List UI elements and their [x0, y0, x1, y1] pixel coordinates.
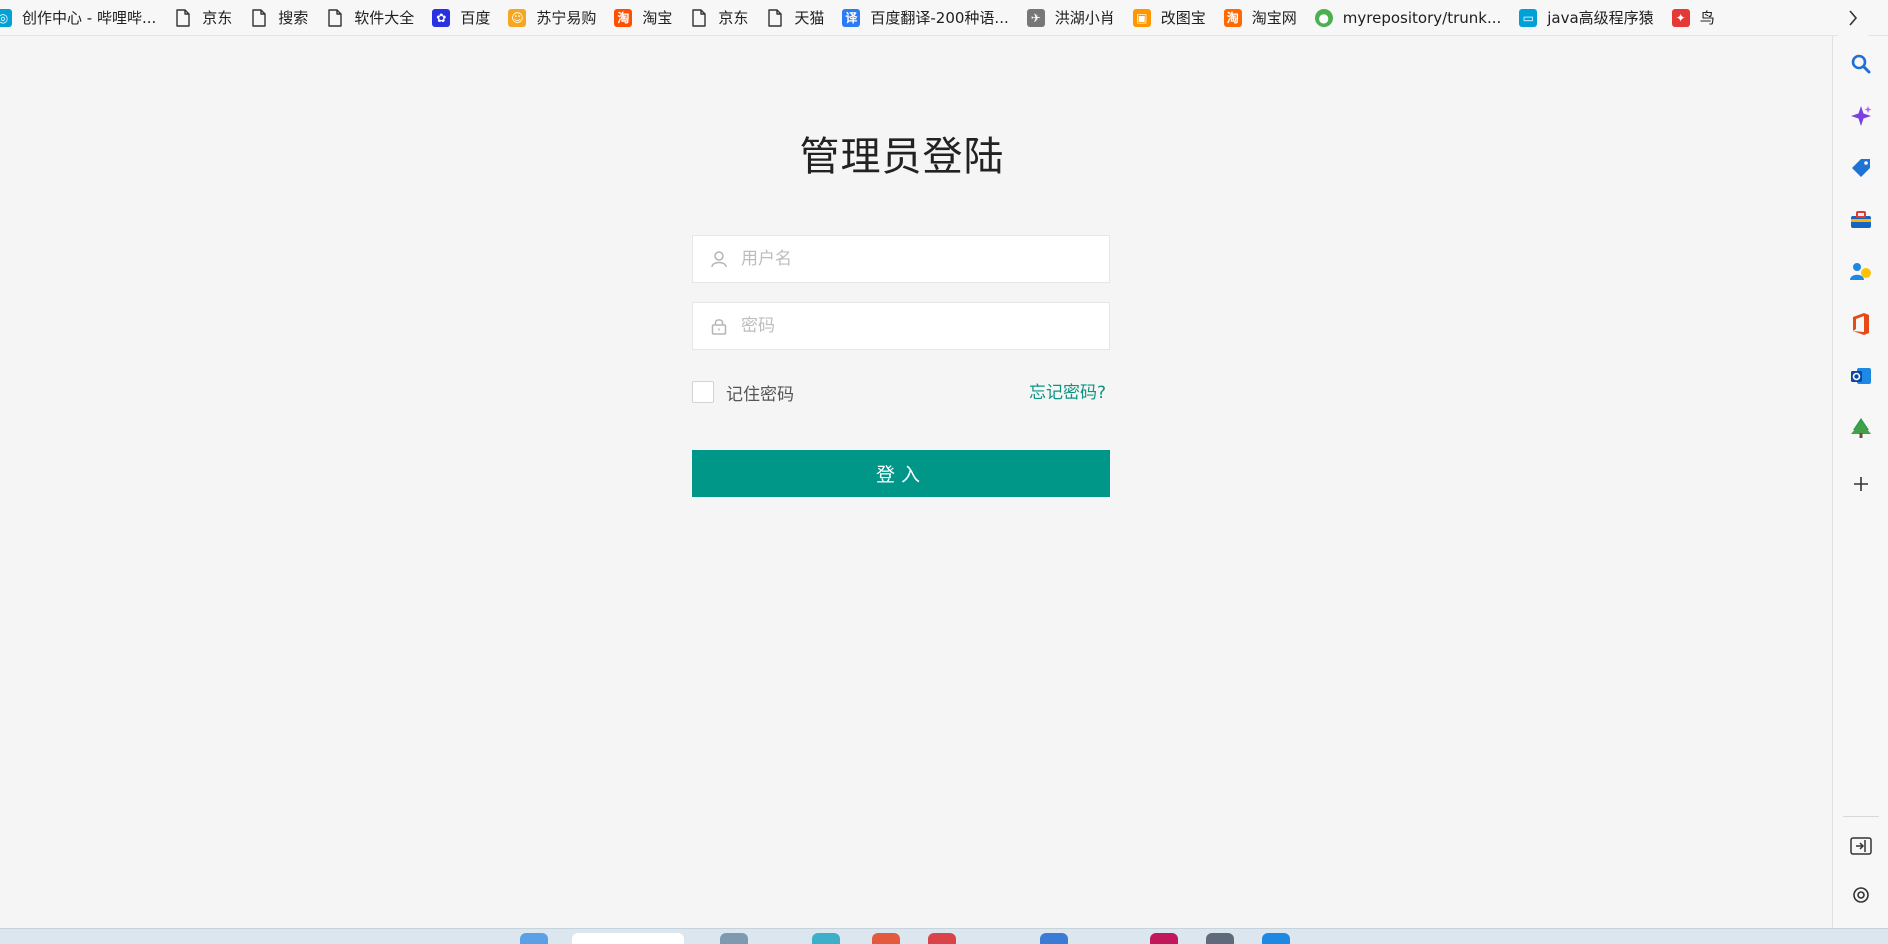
people-games-icon[interactable]	[1847, 258, 1875, 286]
baidu-paw-icon: ✿	[432, 8, 451, 27]
taskbar-app-icon[interactable]	[1150, 933, 1178, 944]
bookmark-item[interactable]: ☺ 苏宁易购	[508, 0, 606, 35]
taskbar-search-box[interactable]	[572, 933, 684, 944]
taskbar-app-icon[interactable]	[520, 933, 548, 944]
page-icon	[326, 8, 344, 27]
bookmark-label: java高级程序猿	[1547, 9, 1654, 27]
remember-password-label: 记住密码	[726, 384, 794, 405]
bookmark-item[interactable]: ✦ 鸟	[1671, 0, 1725, 35]
taskbar-app-icon[interactable]	[720, 933, 748, 944]
bilibili-tv-icon: ▭	[1519, 8, 1538, 27]
password-input[interactable]	[741, 306, 1101, 346]
page-icon	[174, 8, 192, 27]
bird-icon: ✦	[1671, 8, 1690, 27]
bookmark-item[interactable]: 京东	[174, 0, 242, 35]
taskbar-app-icon[interactable]	[812, 933, 840, 944]
bookmark-item[interactable]: 软件大全	[326, 0, 424, 35]
bookmark-item[interactable]: 京东	[690, 0, 758, 35]
bookmarks-bar: ◎创作中心 - 哔哩哔...京东搜索软件大全✿百度☺苏宁易购淘淘宝京东天猫译百度…	[0, 0, 1888, 36]
bookmark-label: 京东	[202, 9, 233, 27]
forgot-password-link[interactable]: 忘记密码?	[1010, 378, 1106, 403]
bookmark-item[interactable]: ✿ 百度	[432, 0, 500, 35]
page-icon	[690, 8, 708, 27]
taskbar-app-icon[interactable]	[928, 933, 956, 944]
bookmark-label: 淘宝	[642, 9, 673, 27]
taskbar-app-icon[interactable]	[1262, 933, 1290, 944]
username-input[interactable]	[741, 239, 1101, 279]
remember-password-checkbox[interactable]	[692, 381, 714, 403]
bookmark-item[interactable]: ▣ 改图宝	[1132, 0, 1216, 35]
bookmark-label: 搜索	[278, 9, 309, 27]
suning-lion-icon: ☺	[508, 8, 527, 27]
lock-icon	[707, 314, 731, 338]
taskbar-app-icon[interactable]	[1206, 933, 1234, 944]
search-icon[interactable]	[1847, 50, 1875, 78]
bookmark-label: 百度翻译-200种语...	[870, 9, 1009, 27]
login-button[interactable]: 登入	[692, 450, 1110, 497]
chevron-right-icon[interactable]	[1838, 0, 1868, 36]
password-field[interactable]	[692, 302, 1110, 350]
bookmark-label: 软件大全	[354, 9, 415, 27]
bookmark-label: 苏宁易购	[536, 9, 597, 27]
bookmark-item[interactable]: ● myrepository/trunk...	[1314, 0, 1511, 35]
toolbox-icon[interactable]	[1847, 206, 1875, 234]
bilibili-creator-icon: ◎	[0, 8, 12, 27]
outlook-icon[interactable]	[1847, 362, 1875, 390]
settings-icon[interactable]	[1847, 886, 1875, 904]
bookmark-item[interactable]: ◎ 创作中心 - 哔哩哔...	[0, 0, 166, 35]
page-icon	[766, 8, 784, 27]
os-taskbar	[0, 928, 1888, 944]
taobao-icon: 淘	[1223, 8, 1242, 27]
bookmark-label: 天猫	[794, 9, 825, 27]
taobao-icon: 淘	[614, 8, 633, 27]
bookmark-label: 洪湖小肖	[1054, 9, 1115, 27]
page-title: 管理员登陆	[799, 134, 1005, 180]
gaitubao-icon: ▣	[1132, 8, 1151, 27]
taskbar-app-icon[interactable]	[872, 933, 900, 944]
bookmark-item[interactable]: 译百度翻译-200种语...	[842, 0, 1018, 35]
bookmark-label: myrepository/trunk...	[1342, 8, 1502, 27]
bookmark-item[interactable]: ✈ 洪湖小肖	[1026, 0, 1125, 35]
baidu-translate-icon: 译	[842, 8, 861, 27]
bookmark-item[interactable]: 天猫	[766, 0, 834, 35]
browser-sidebar	[1832, 36, 1888, 928]
remember-password-option[interactable]: 记住密码	[692, 380, 794, 405]
bookmark-label: 京东	[718, 9, 749, 27]
bookmark-item[interactable]: 淘淘宝	[614, 0, 682, 35]
tree-icon[interactable]	[1847, 414, 1875, 442]
username-field[interactable]	[692, 235, 1110, 283]
shopping-tag-icon[interactable]	[1847, 154, 1875, 182]
chrome-like-icon: ●	[1314, 8, 1333, 27]
user-icon	[707, 247, 731, 271]
split-screen-icon[interactable]	[1847, 832, 1875, 860]
bird-mascot-icon: ✈	[1026, 8, 1045, 27]
bookmark-label: 百度	[460, 9, 491, 27]
page-icon	[250, 8, 268, 27]
bookmark-label: 创作中心 - 哔哩哔...	[22, 9, 157, 27]
taskbar-app-icon[interactable]	[1040, 933, 1068, 944]
bookmark-item[interactable]: 搜索	[250, 0, 318, 35]
bookmark-label: 改图宝	[1160, 9, 1206, 27]
bookmark-item[interactable]: 淘淘宝网	[1223, 0, 1307, 35]
copilot-sparkle-icon[interactable]	[1847, 102, 1875, 130]
office-icon[interactable]	[1847, 310, 1875, 338]
sidebar-divider	[1843, 816, 1879, 817]
bookmark-label: 鸟	[1699, 9, 1715, 27]
bookmark-label: 淘宝网	[1251, 9, 1297, 27]
add-icon[interactable]	[1847, 470, 1875, 498]
bookmark-item[interactable]: ▭ java高级程序猿	[1519, 0, 1663, 35]
